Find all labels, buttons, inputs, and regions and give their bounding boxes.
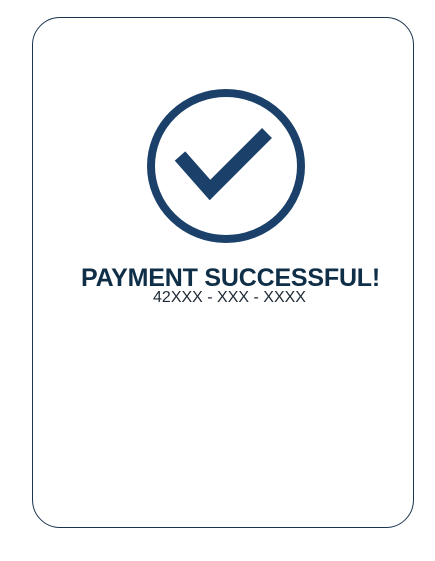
payment-reference-number: 42XXX - XXX - XXXX	[153, 289, 306, 306]
check-circle-icon	[147, 89, 305, 243]
